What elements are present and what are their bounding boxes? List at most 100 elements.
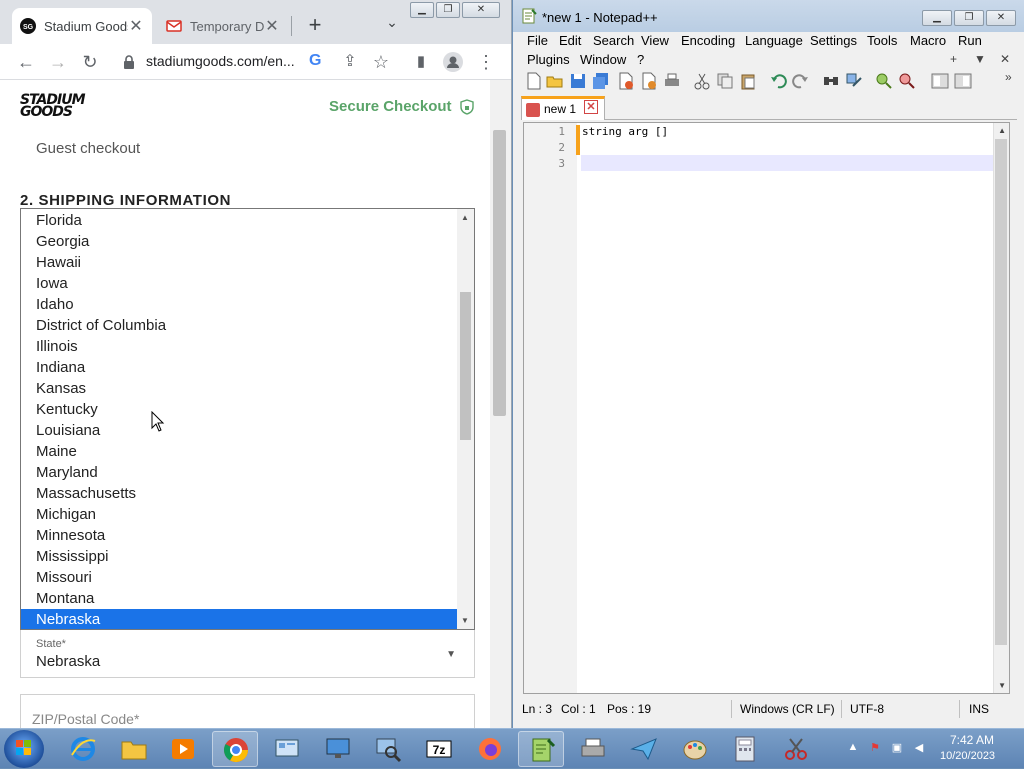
save-icon[interactable]: [569, 72, 587, 90]
menu-plugins[interactable]: Plugins: [527, 52, 570, 67]
state-option[interactable]: Kentucky: [21, 399, 458, 420]
side-panel-icon[interactable]: ▮: [411, 52, 431, 72]
dropdown-scrollbar[interactable]: ▲ ▼: [457, 209, 474, 629]
new-file-icon[interactable]: [525, 72, 543, 90]
state-option[interactable]: Maine: [21, 441, 458, 462]
7zip-taskbar-button[interactable]: 7z: [416, 731, 462, 767]
profile-avatar-icon[interactable]: [443, 52, 463, 72]
minimize-button[interactable]: ▁: [410, 2, 434, 18]
notepad-plus-plus-taskbar-button[interactable]: [518, 731, 564, 767]
zoom-out-icon[interactable]: [898, 72, 916, 90]
back-arrow-icon[interactable]: ←: [16, 52, 36, 72]
tab-close-icon[interactable]: ✕: [584, 100, 598, 114]
zip-postal-code-input[interactable]: ZIP/Postal Code*: [20, 694, 475, 728]
clock-time[interactable]: 7:42 AM: [950, 733, 994, 747]
state-option[interactable]: Indiana: [21, 357, 458, 378]
firefox-taskbar-button[interactable]: [467, 731, 513, 767]
tab-close-icon[interactable]: ✕: [264, 16, 280, 36]
editor-scrollbar[interactable]: ▲ ▼: [993, 123, 1009, 693]
cut-icon[interactable]: [693, 72, 711, 90]
google-icon[interactable]: G: [309, 52, 321, 70]
file-explorer-taskbar-button[interactable]: [111, 731, 157, 767]
scroll-down-arrow-icon[interactable]: ▼: [998, 681, 1006, 690]
state-option[interactable]: Missouri: [21, 567, 458, 588]
dropdown-arrow-icon[interactable]: ▼: [974, 52, 986, 66]
plus-icon[interactable]: +: [950, 52, 957, 66]
state-option[interactable]: Nebraska: [21, 609, 458, 629]
state-option[interactable]: Louisiana: [21, 420, 458, 441]
stadium-goods-logo[interactable]: STADIUM GOODS: [20, 93, 88, 122]
replace-icon[interactable]: [845, 72, 863, 90]
state-option[interactable]: Florida: [21, 210, 458, 231]
paint-taskbar-button[interactable]: [672, 731, 718, 767]
state-option[interactable]: Maryland: [21, 462, 458, 483]
snipping-tool-taskbar-button[interactable]: [773, 731, 819, 767]
chrome-menu-icon[interactable]: ⋮: [476, 52, 496, 72]
state-option[interactable]: Kansas: [21, 378, 458, 399]
menu-macro[interactable]: Macro: [910, 33, 946, 48]
state-option[interactable]: Massachusetts: [21, 483, 458, 504]
state-option[interactable]: Iowa: [21, 273, 458, 294]
control-panel-taskbar-button[interactable]: [264, 731, 310, 767]
toolbar-overflow-icon[interactable]: »: [1005, 70, 1012, 84]
remote-desktop-taskbar-button[interactable]: [315, 731, 361, 767]
new-tab-button[interactable]: +: [303, 14, 327, 38]
save-all-icon[interactable]: [592, 72, 610, 90]
state-option[interactable]: District of Columbia: [21, 315, 458, 336]
open-folder-icon[interactable]: [546, 72, 564, 90]
tab-temporary-email[interactable]: Temporary Di ✕: [158, 8, 288, 44]
show-hidden-icons-icon[interactable]: ▲: [846, 741, 860, 755]
minimize-button[interactable]: ▁: [922, 10, 952, 26]
editor-scroll-thumb[interactable]: [995, 139, 1007, 645]
state-option[interactable]: Illinois: [21, 336, 458, 357]
menu-tools[interactable]: Tools: [867, 33, 897, 48]
volume-muted-icon[interactable]: ◀: [912, 741, 926, 755]
media-player-taskbar-button[interactable]: [160, 731, 206, 767]
tab-search-chevron-icon[interactable]: ⌄: [382, 14, 402, 36]
address-bar[interactable]: stadiumgoods.com/en...: [146, 53, 301, 69]
menu-edit[interactable]: Edit: [559, 33, 581, 48]
state-option[interactable]: Minnesota: [21, 525, 458, 546]
paste-icon[interactable]: [739, 72, 757, 90]
paper-plane-taskbar-button[interactable]: [621, 731, 667, 767]
scroll-up-arrow-icon[interactable]: ▲: [998, 126, 1006, 135]
status-insert-mode[interactable]: INS: [969, 702, 989, 716]
forward-arrow-icon[interactable]: →: [48, 52, 68, 72]
state-option[interactable]: Michigan: [21, 504, 458, 525]
reload-icon[interactable]: ↻: [80, 52, 100, 72]
dropdown-scroll-thumb[interactable]: [460, 292, 471, 440]
wrap-icon[interactable]: [954, 72, 972, 90]
status-encoding[interactable]: UTF-8: [850, 702, 884, 716]
network-icon[interactable]: ▣: [890, 741, 904, 755]
close-doc-icon[interactable]: ✕: [1000, 52, 1010, 66]
state-option[interactable]: Georgia: [21, 231, 458, 252]
bookmark-star-icon[interactable]: ☆: [371, 52, 391, 72]
close-button[interactable]: ✕: [986, 10, 1016, 26]
menu-window[interactable]: Window: [580, 52, 626, 67]
scroll-down-arrow-icon[interactable]: ▼: [460, 616, 470, 625]
menu-view[interactable]: View: [641, 33, 669, 48]
internet-explorer-taskbar-button[interactable]: [60, 731, 106, 767]
calculator-taskbar-button[interactable]: [722, 731, 768, 767]
redo-icon[interactable]: [792, 72, 810, 90]
menu-run[interactable]: Run: [958, 33, 982, 48]
clock-date[interactable]: 10/20/2023: [940, 750, 995, 762]
page-scroll-thumb[interactable]: [493, 130, 506, 416]
copy-icon[interactable]: [716, 72, 734, 90]
find-icon[interactable]: [822, 72, 840, 90]
menu-file[interactable]: File: [527, 33, 548, 48]
state-select[interactable]: State* Nebraska ▼: [20, 630, 475, 678]
magnifier-taskbar-button[interactable]: [365, 731, 411, 767]
start-button[interactable]: [4, 730, 44, 768]
state-option[interactable]: Hawaii: [21, 252, 458, 273]
menu-language[interactable]: Language: [745, 33, 803, 48]
menu-encoding[interactable]: Encoding: [681, 33, 735, 48]
print-icon[interactable]: [663, 72, 681, 90]
tab-new-1[interactable]: new 1 ✕: [521, 96, 605, 120]
chrome-taskbar-button[interactable]: [212, 731, 258, 767]
undo-icon[interactable]: [769, 72, 787, 90]
state-option[interactable]: Montana: [21, 588, 458, 609]
close-file-icon[interactable]: [617, 72, 635, 90]
zoom-in-icon[interactable]: [875, 72, 893, 90]
status-eol[interactable]: Windows (CR LF): [740, 702, 835, 716]
